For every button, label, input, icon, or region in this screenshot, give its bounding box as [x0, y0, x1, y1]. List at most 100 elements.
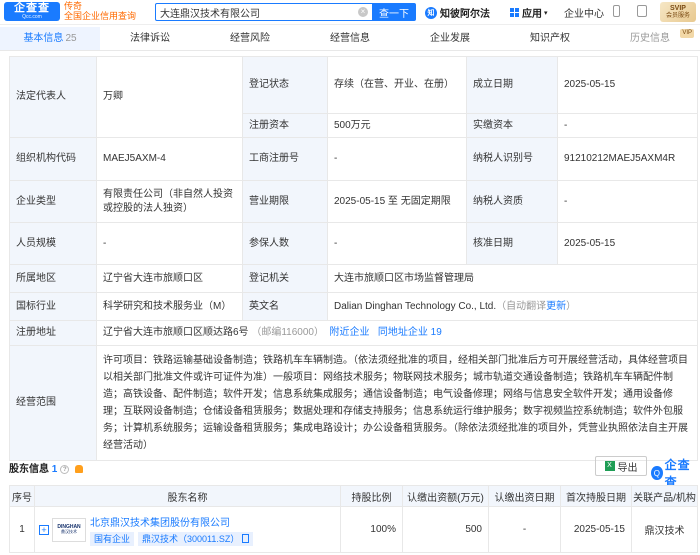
- address-value: 辽宁省大连市旅顺口区顺达路6号: [103, 327, 249, 338]
- paid-capital-label: 实缴资本: [466, 113, 558, 138]
- col-subscribed[interactable]: 认缴出资额(万元): [402, 485, 489, 507]
- search-box[interactable]: ×: [155, 3, 373, 21]
- site-logo[interactable]: 企查查 Qcc.com 传奇 全国企业信用查询: [4, 1, 137, 21]
- taxpayer-qual-value: -: [557, 180, 698, 223]
- phone-icon[interactable]: [613, 5, 620, 17]
- industry-value: 科学研究和技术服务业（M）: [96, 292, 243, 321]
- staff-size-value: -: [96, 222, 243, 265]
- english-name-cell: Dalian Dinghan Technology Co., Ltd.（自动翻译…: [327, 292, 698, 321]
- tab-business-risk[interactable]: 经营风险: [200, 27, 300, 50]
- address-label: 注册地址: [9, 320, 97, 346]
- industry-label: 国标行业: [9, 292, 97, 321]
- reg-authority-value: 大连市旅顺口区市场监督管理局: [327, 264, 698, 293]
- svip-badge[interactable]: SVIP 会员服务: [660, 2, 696, 22]
- section-tabs: 基本信息 25 法律诉讼 经营风险 经营信息 企业发展 知识产权 历史信息 VIP: [0, 27, 700, 51]
- bell-icon[interactable]: [75, 465, 84, 474]
- company-type-label: 企业类型: [9, 180, 97, 223]
- col-ratio[interactable]: 持股比例: [340, 485, 403, 507]
- tab-ip[interactable]: 知识产权: [500, 27, 600, 50]
- update-link[interactable]: 更新: [546, 301, 566, 312]
- subscribed-value: 500: [402, 506, 489, 553]
- basic-info-table: 法定代表人 万卿 登记状态 存续（在营、开业、在册） 成立日期 2025-05-…: [9, 56, 698, 461]
- shareholder-header: 股东信息 1? X 导出 Q 企查查: [9, 456, 697, 489]
- shareholder-title-text: 股东信息: [9, 464, 49, 475]
- tag-stock-code[interactable]: 鼎汉技术（300011.SZ）: [138, 531, 254, 546]
- expand-icon[interactable]: +: [39, 524, 49, 535]
- excel-icon: X: [604, 461, 615, 471]
- table-row: 法定代表人 万卿 登记状态 存续（在营、开业、在册） 成立日期 2025-05-…: [9, 56, 698, 138]
- clear-icon[interactable]: ×: [358, 7, 368, 17]
- law-link-label: 知彼阿尔法: [440, 9, 490, 20]
- logo-text: 企查查: [14, 2, 50, 14]
- shareholder-name-link[interactable]: 北京鼎汉技术集团股份有限公司: [90, 514, 257, 529]
- tag-state-owned: 国有企业: [90, 531, 135, 546]
- nearby-companies-link[interactable]: 附近企业: [330, 327, 370, 338]
- tab-label: 基本信息: [23, 33, 64, 44]
- col-name: 股东名称: [34, 485, 341, 507]
- table-row: 1 + DINGHAN 鼎汉技术 北京鼎汉技术集团股份有限公司 国有企业 鼎汉技术（…: [9, 506, 698, 553]
- col-index: 序号: [9, 485, 35, 507]
- top-bar: 企查查 Qcc.com 传奇 全国企业信用查询 × 查一下 知 知彼阿尔法 应用…: [0, 0, 700, 25]
- insured-label: 参保人数: [242, 222, 328, 265]
- note-close: ）: [566, 300, 577, 312]
- address-cell: 辽宁省大连市旅顺口区顺达路6号 （邮编116000） 附近企业 同地址企业 19: [96, 320, 698, 346]
- tag-list: 国有企业 鼎汉技术（300011.SZ）: [90, 531, 257, 546]
- taxpayer-qual-label: 纳税人资质: [466, 180, 558, 223]
- company-info: 北京鼎汉技术集团股份有限公司 国有企业 鼎汉技术（300011.SZ）: [90, 514, 257, 546]
- table-row: 经营范围 许可项目：铁路运输基础设备制造；铁路机车车辆制造。（依法须经批准的项目…: [9, 345, 698, 461]
- approval-date-label: 核准日期: [466, 222, 558, 265]
- slogan-line2: 全国企业信用查询: [64, 10, 137, 21]
- search-input[interactable]: [160, 6, 358, 18]
- english-name-label: 英文名: [242, 292, 328, 321]
- search-button[interactable]: 查一下: [372, 3, 416, 21]
- tab-litigation[interactable]: 法律诉讼: [100, 27, 200, 50]
- tab-history[interactable]: 历史信息 VIP: [600, 27, 700, 50]
- chevron-down-icon: ▾: [544, 9, 548, 17]
- apps-grid-icon: [510, 8, 519, 17]
- col-first-date[interactable]: 首次持股日期: [560, 485, 632, 507]
- law-link[interactable]: 知 知彼阿尔法: [425, 5, 490, 20]
- company-type-value: 有限责任公司（非自然人投资或控股的法人独资）: [96, 180, 243, 223]
- taxpayer-id-label: 纳税人识别号: [466, 137, 558, 181]
- col-subscribed-date[interactable]: 认缴出资日期: [488, 485, 561, 507]
- postcode: （邮编116000）: [251, 327, 324, 338]
- info-icon[interactable]: ?: [60, 464, 70, 474]
- shareholder-count: 1: [51, 464, 58, 475]
- logo-subtext: 鼎汉技术: [61, 529, 77, 534]
- reg-capital-label: 注册资本: [242, 113, 328, 138]
- reg-status-value: 存续（在营、开业、在册）: [327, 56, 467, 114]
- founded-label: 成立日期: [466, 56, 558, 114]
- tab-count: 25: [65, 33, 77, 44]
- ratio-value: 100%: [340, 506, 403, 553]
- svip-label: SVIP: [670, 5, 686, 13]
- founded-value: 2025-05-15: [557, 56, 698, 114]
- apps-menu[interactable]: 应用 ▾: [510, 5, 548, 20]
- region-label: 所属地区: [9, 264, 97, 293]
- tab-basic-info[interactable]: 基本信息 25: [0, 27, 100, 50]
- legal-rep-value[interactable]: 万卿: [96, 56, 243, 138]
- law-icon: 知: [425, 6, 437, 19]
- watermark-icon: Q: [651, 466, 663, 480]
- related-product-link[interactable]: 鼎汉技术: [631, 506, 698, 553]
- auto-translate-note: （自动翻译: [496, 300, 547, 312]
- logo-slogan: 传奇 全国企业信用查询: [64, 1, 137, 21]
- row-index: 1: [9, 506, 35, 553]
- stock-code-text: 鼎汉技术（300011.SZ）: [142, 533, 240, 544]
- enterprise-center-link[interactable]: 企业中心: [564, 5, 604, 20]
- export-button[interactable]: X 导出: [595, 456, 647, 476]
- region-value: 辽宁省大连市旅顺口区: [96, 264, 243, 293]
- tab-business-info[interactable]: 经营信息: [300, 27, 400, 50]
- document-icon: [242, 534, 250, 543]
- first-date-value: 2025-05-15: [560, 506, 632, 553]
- staff-size-label: 人员规模: [9, 222, 97, 265]
- table-header-row: 序号 股东名称 持股比例 认缴出资额(万元) 认缴出资日期 首次持股日期 关联产…: [9, 485, 698, 507]
- apps-label: 应用: [522, 9, 542, 20]
- shareholder-name-cell: + DINGHAN 鼎汉技术 北京鼎汉技术集团股份有限公司 国有企业 鼎汉技术（30…: [34, 506, 341, 553]
- same-address-link[interactable]: 同地址企业 19: [378, 327, 442, 338]
- message-icon[interactable]: [637, 5, 647, 17]
- biz-term-label: 营业期限: [242, 180, 328, 223]
- tab-development[interactable]: 企业发展: [400, 27, 500, 50]
- logo-subtext: Qcc.com: [22, 14, 42, 20]
- table-row: 注册地址 辽宁省大连市旅顺口区顺达路6号 （邮编116000） 附近企业 同地址…: [9, 320, 698, 346]
- org-code-value: MAEJ5AXM-4: [96, 137, 243, 181]
